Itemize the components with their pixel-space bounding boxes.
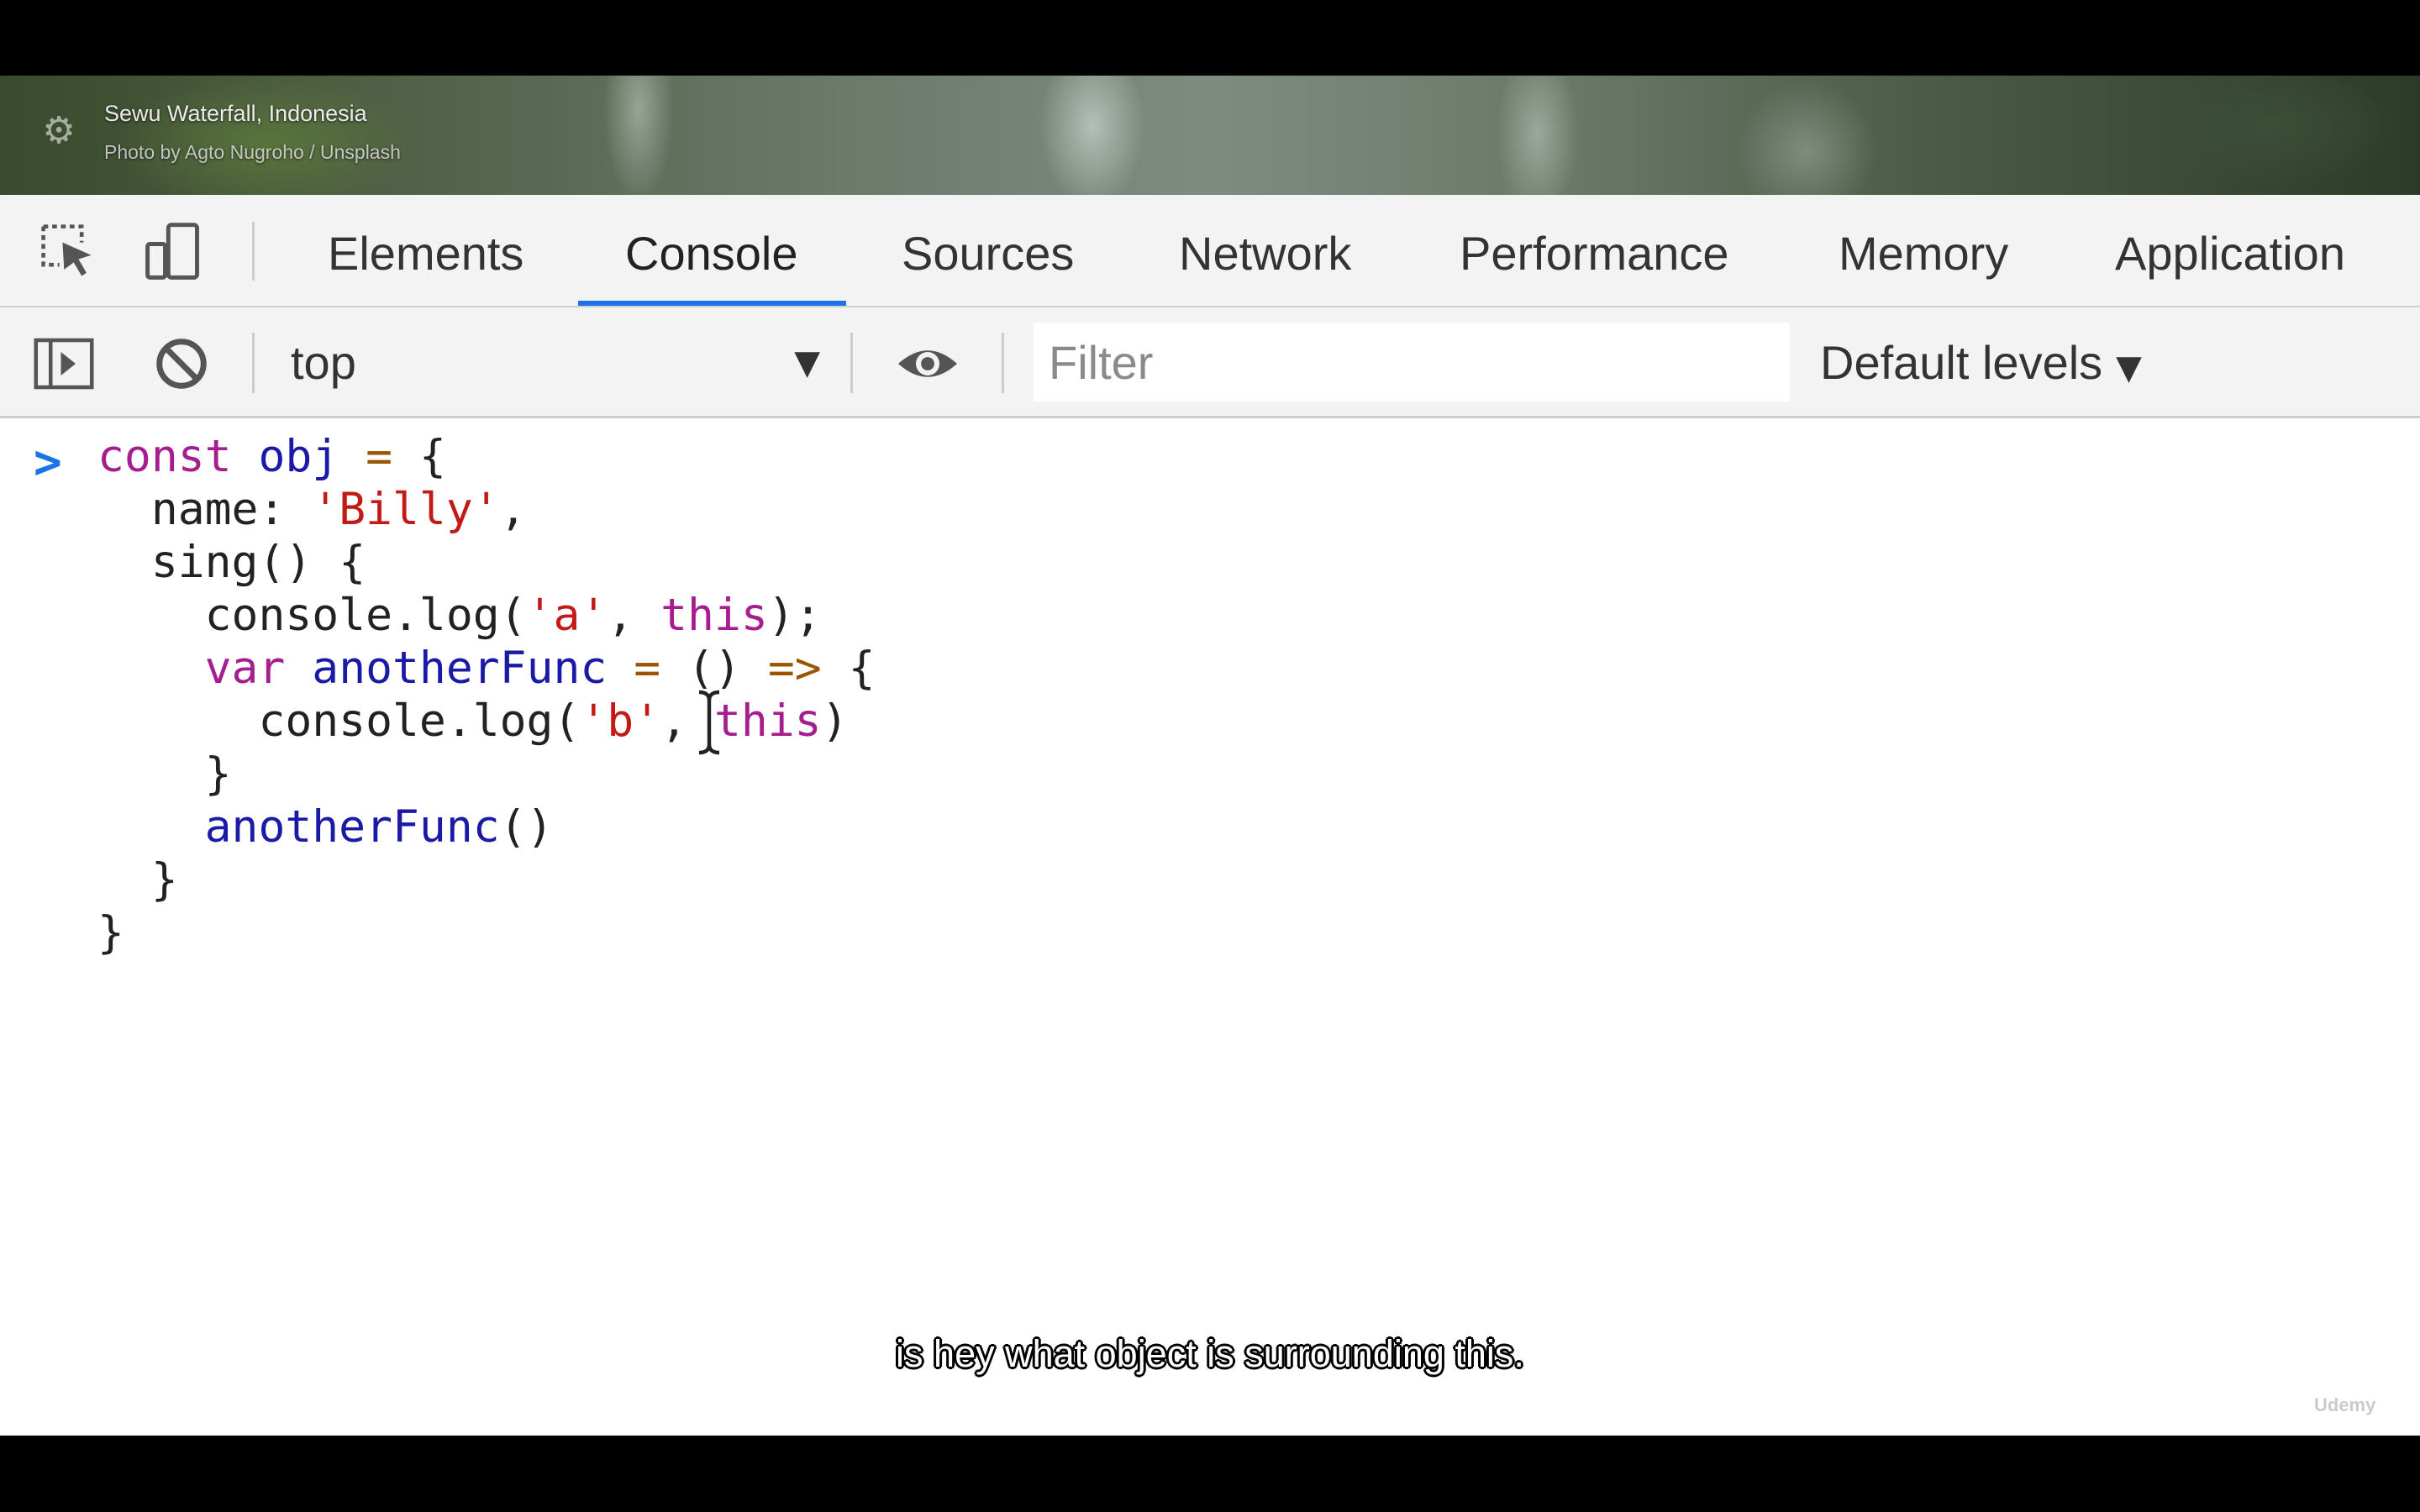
device-toolbar-icon[interactable] — [141, 220, 205, 284]
photo-credit[interactable]: Photo by Agto Nugroho / Unsplash — [104, 141, 401, 164]
default-levels-dropdown[interactable]: Default levels ▼ — [1820, 329, 2142, 396]
tab-console[interactable]: Console — [577, 195, 848, 306]
photo-title: Sewu Waterfall, Indonesia — [104, 101, 367, 126]
code-line: var anotherFunc = () => { — [97, 642, 876, 695]
code-token: { — [848, 643, 876, 694]
code-line: const obj = { — [97, 430, 875, 483]
context-selector[interactable]: top ▼ — [291, 329, 820, 396]
code-token: 'b' — [580, 696, 661, 747]
code-token: this — [713, 696, 822, 747]
code-token: } — [204, 748, 232, 800]
letterbox-top — [0, 0, 2420, 76]
code-line: sing() { — [97, 536, 875, 589]
clear-console-icon[interactable] — [148, 334, 215, 393]
code-token: const — [97, 431, 232, 482]
toolbar-divider — [850, 333, 853, 393]
code-token: console.log( — [204, 590, 527, 641]
show-sidebar-icon[interactable] — [30, 334, 97, 393]
code-token: } — [150, 854, 178, 906]
toolbar-divider — [252, 333, 255, 393]
toolbar-divider — [1002, 333, 1004, 393]
code-line: console.log('b', this) — [97, 695, 875, 748]
code-token: this — [660, 590, 768, 641]
console-input-code[interactable]: const obj = { name: 'Billy', sing() { co… — [97, 430, 875, 959]
code-token: { — [418, 431, 446, 482]
dropdown-caret-icon: ▼ — [794, 344, 820, 382]
dropdown-caret-icon: ▼ — [2116, 349, 2142, 387]
gear-icon[interactable]: ⚙ — [39, 111, 79, 151]
code-token: () — [499, 801, 554, 853]
default-levels-label: Default levels — [1820, 336, 2103, 389]
code-line: } — [97, 748, 875, 801]
console-prompt-icon: > — [34, 435, 62, 490]
code-token: console.log( — [258, 696, 581, 747]
text-cursor-icon — [694, 689, 724, 756]
code-token: ); — [767, 590, 822, 641]
video-caption: is hey what object is surrounding this. — [896, 1332, 1524, 1375]
code-line: anotherFunc() — [97, 801, 875, 853]
tab-application[interactable]: Application — [2115, 195, 2345, 306]
console-output[interactable]: > const obj = { name: 'Billy', sing() { … — [0, 418, 2420, 1436]
code-token: sing() — [150, 537, 313, 588]
tab-sources[interactable]: Sources — [902, 195, 1074, 306]
devtools-tabbar: Elements Console Sources Network Perform… — [0, 195, 2420, 307]
code-line: console.log('a', this); — [97, 589, 875, 642]
code-token: anotherFunc — [312, 643, 608, 694]
eye-icon[interactable] — [894, 334, 961, 393]
code-token: { — [339, 537, 366, 588]
code-token: = — [366, 431, 393, 482]
code-token: () — [687, 643, 741, 694]
code-token: , — [499, 484, 527, 535]
udemy-watermark: Udemy — [2314, 1394, 2376, 1415]
code-token: obj — [258, 431, 339, 482]
code-token: name: — [150, 484, 286, 535]
code-token: = — [634, 643, 661, 694]
tab-elements[interactable]: Elements — [328, 195, 523, 306]
inspect-element-icon[interactable] — [37, 220, 101, 284]
console-toolbar: top ▼ Default levels ▼ — [0, 307, 2420, 418]
tab-memory[interactable]: Memory — [1839, 195, 2008, 306]
code-token: , — [660, 696, 688, 747]
code-line: } — [97, 853, 875, 906]
code-token: 'Billy' — [312, 484, 500, 535]
code-token: 'a' — [526, 590, 608, 641]
letterbox-bottom — [0, 1436, 2420, 1512]
code-token: var — [204, 643, 286, 694]
context-selector-value: top — [291, 336, 356, 389]
tab-performance[interactable]: Performance — [1460, 195, 1729, 306]
code-line: name: 'Billy', — [97, 483, 875, 536]
code-token: => — [767, 643, 822, 694]
code-token: } — [97, 907, 124, 958]
code-token: anotherFunc — [204, 801, 500, 853]
tab-network[interactable]: Network — [1179, 195, 1351, 306]
code-token: , — [607, 590, 634, 641]
toolbar-divider — [252, 222, 255, 281]
filter-input[interactable] — [1034, 323, 1790, 402]
code-token: ) — [821, 696, 849, 747]
background-photo: ⚙ Sewu Waterfall, Indonesia Photo by Agt… — [0, 76, 2420, 195]
code-line: } — [97, 906, 875, 959]
